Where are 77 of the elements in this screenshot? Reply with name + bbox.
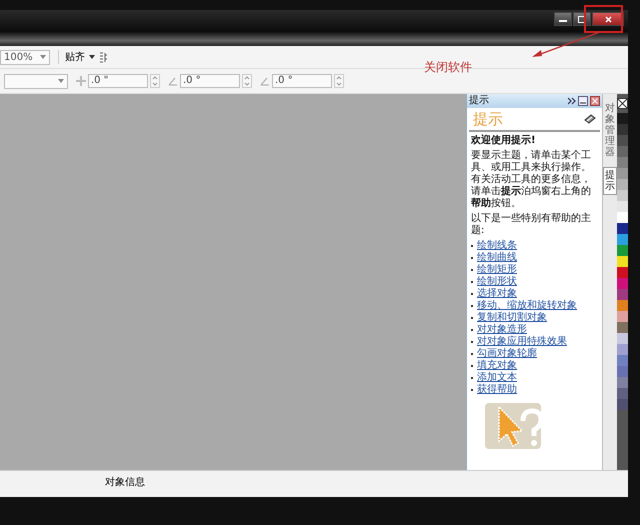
topic-link[interactable]: 对对象应用特殊效果	[477, 336, 567, 348]
color-swatch[interactable]	[617, 399, 628, 410]
angle-icon	[168, 76, 178, 86]
color-swatch[interactable]	[617, 146, 628, 157]
topic-link[interactable]: 绘制曲线	[477, 252, 517, 264]
cursor-help-drawing	[483, 401, 543, 451]
annotation-arrow	[532, 31, 600, 57]
topic-link[interactable]: 绘制形状	[477, 276, 517, 288]
topic-link[interactable]: 绘制矩形	[477, 264, 517, 276]
options-icon[interactable]	[99, 52, 108, 62]
color-swatch[interactable]	[617, 300, 628, 311]
topic-link[interactable]: 填充对象	[477, 360, 517, 372]
value-field[interactable]: .0 "	[88, 74, 148, 88]
color-swatch[interactable]	[617, 201, 628, 212]
drawing-canvas[interactable]	[0, 94, 466, 470]
welcome-heading: 欢迎使用提示!	[471, 135, 537, 147]
angle-icon	[260, 76, 270, 86]
topic-link[interactable]: 获得帮助	[477, 384, 517, 396]
topics-label: 以下是一些特别有帮助的主题:	[471, 213, 592, 237]
color-swatch[interactable]	[617, 311, 628, 322]
spinner-icon[interactable]	[242, 74, 252, 88]
color-swatch[interactable]	[617, 289, 628, 300]
color-swatch[interactable]	[617, 223, 628, 234]
color-swatch[interactable]	[617, 124, 628, 135]
topic-link[interactable]: 复制和切割对象	[477, 312, 547, 324]
topic-link[interactable]: 对对象造形	[477, 324, 527, 336]
zoom-dropdown[interactable]: 100%	[0, 50, 50, 64]
close-icon[interactable]	[590, 96, 600, 106]
color-swatch[interactable]	[617, 190, 628, 201]
docker-tab[interactable]: 对象管理器	[603, 100, 617, 161]
color-swatch[interactable]	[617, 377, 628, 388]
highlight-frame	[584, 5, 623, 33]
docker-tab[interactable]: 提示	[603, 167, 617, 195]
topic-link[interactable]: 绘制线条	[477, 240, 517, 252]
caret-icon	[40, 55, 46, 59]
color-swatch[interactable]	[617, 113, 628, 124]
topic-link[interactable]: 移动、缩放和旋转对象	[477, 300, 577, 312]
caret-icon	[58, 79, 64, 83]
topic-link[interactable]: 添加文本	[477, 372, 517, 384]
color-swatch[interactable]	[617, 366, 628, 377]
color-swatch[interactable]	[617, 388, 628, 399]
color-swatch[interactable]	[617, 267, 628, 278]
color-swatch[interactable]	[617, 278, 628, 289]
color-swatch[interactable]	[617, 344, 628, 355]
close-button[interactable]	[592, 12, 624, 26]
color-swatch[interactable]	[617, 322, 628, 333]
spinner-icon[interactable]	[150, 74, 160, 88]
topic-link[interactable]: 勾画对象轮廓	[477, 348, 537, 360]
color-swatch[interactable]	[617, 355, 628, 366]
color-swatch[interactable]	[617, 157, 628, 168]
topic-link[interactable]: 选择对象	[477, 288, 517, 300]
maximize-icon	[578, 16, 586, 22]
value-field[interactable]: .0 °	[272, 74, 332, 88]
status-bar: 对象信息	[0, 470, 628, 497]
caret-icon[interactable]	[89, 55, 95, 59]
no-color-icon[interactable]	[617, 98, 628, 109]
annotation-text: 关闭软件	[424, 59, 472, 76]
color-swatch[interactable]	[617, 234, 628, 245]
color-swatch[interactable]	[617, 245, 628, 256]
color-swatch[interactable]	[617, 256, 628, 267]
color-swatch[interactable]	[617, 333, 628, 344]
color-swatch[interactable]	[617, 212, 628, 223]
intro-paragraph: 要显示主题，请单击某个工具、或用工具来执行操作。有关活动工具的更多信息，请单击提示泊坞窗右上角的帮助按钮。	[471, 150, 592, 210]
close-icon	[604, 16, 612, 22]
dropdown[interactable]	[4, 74, 68, 88]
move-icon	[76, 76, 86, 86]
color-swatch[interactable]	[617, 135, 628, 146]
color-swatch[interactable]	[617, 179, 628, 190]
snap-menu[interactable]: 贴齐	[65, 50, 85, 64]
minimize-icon[interactable]	[578, 96, 588, 106]
spinner-icon[interactable]	[334, 74, 344, 88]
docker-header: 提示	[473, 109, 503, 129]
minimize-button[interactable]	[554, 12, 572, 26]
docker-title: 提示	[469, 95, 490, 107]
color-swatch[interactable]	[617, 168, 628, 179]
expand-icon[interactable]	[568, 97, 576, 105]
value-field[interactable]: .0 °	[180, 74, 240, 88]
